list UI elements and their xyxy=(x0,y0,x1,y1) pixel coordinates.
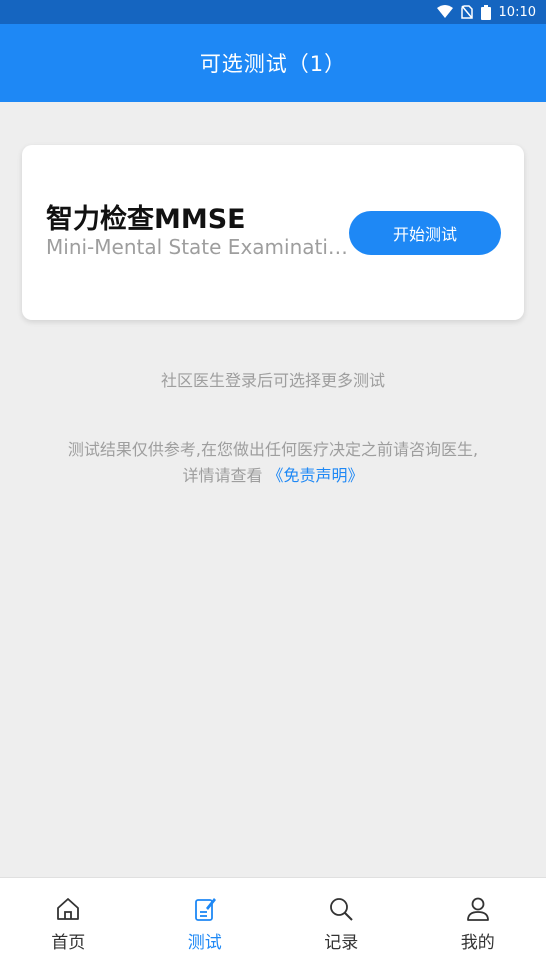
app-header: 可选测试（1） xyxy=(0,24,546,102)
tab-label: 首页 xyxy=(51,933,86,953)
tab-bar: 首页 测试 记录 我的 xyxy=(0,877,546,970)
test-icon xyxy=(194,898,216,921)
disclaimer: 测试结果仅供参考,在您做出任何医疗决定之前请咨询医生, 详情请查看 《免责声明》 xyxy=(0,437,546,489)
test-card: 智力检查MMSE Mini-Mental State Examination 开… xyxy=(22,145,524,320)
tab-mine[interactable]: 我的 xyxy=(410,878,546,970)
wifi-icon xyxy=(436,5,453,19)
tab-label: 记录 xyxy=(324,933,359,953)
disclaimer-line2: 详情请查看 《免责声明》 xyxy=(0,463,546,489)
clock: 10:10 xyxy=(498,4,536,20)
page-title: 可选测试（1） xyxy=(199,52,347,76)
tab-home[interactable]: 首页 xyxy=(0,878,137,970)
disclaimer-prefix: 详情请查看 xyxy=(182,466,268,485)
user-icon xyxy=(466,897,489,921)
no-sim-icon xyxy=(460,5,473,19)
test-subtitle: Mini-Mental State Examination xyxy=(46,235,348,259)
disclaimer-link[interactable]: 《免责声明》 xyxy=(268,466,364,485)
disclaimer-line1: 测试结果仅供参考,在您做出任何医疗决定之前请咨询医生, xyxy=(67,440,479,459)
battery-icon xyxy=(480,4,491,20)
tab-records[interactable]: 记录 xyxy=(273,878,410,970)
start-test-button[interactable]: 开始测试 xyxy=(349,211,501,255)
tab-label: 我的 xyxy=(460,933,495,953)
login-hint: 社区医生登录后可选择更多测试 xyxy=(160,371,385,390)
test-title: 智力检查MMSE xyxy=(46,204,246,235)
tab-label: 测试 xyxy=(187,933,222,953)
search-icon xyxy=(330,898,353,921)
tab-test[interactable]: 测试 xyxy=(137,878,274,970)
status-bar: 10:10 xyxy=(0,0,546,24)
home-icon xyxy=(57,898,80,920)
